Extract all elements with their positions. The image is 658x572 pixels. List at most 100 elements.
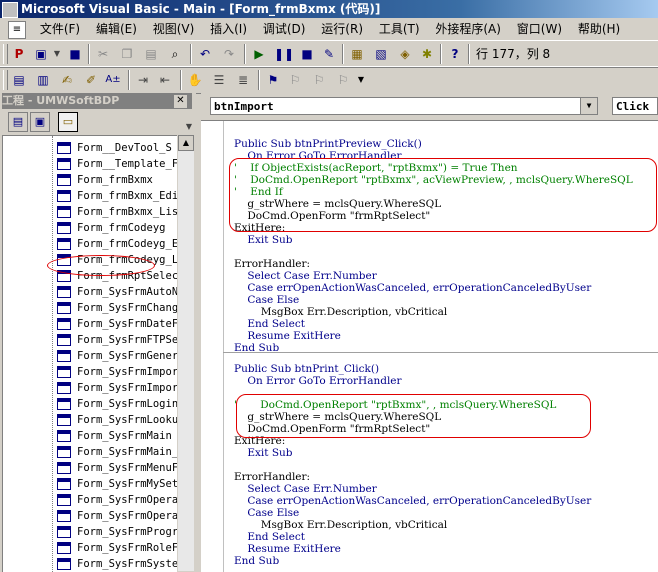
toggle-bookmark-icon[interactable]: ⚑ — [264, 71, 282, 89]
code-line[interactable]: Exit Sub — [234, 447, 292, 459]
uncomment-block-icon[interactable]: ≣ — [234, 71, 252, 89]
tree-item[interactable]: Form_SysFrmMain — [57, 428, 172, 444]
tree-item[interactable]: Form_SysFrmLooku — [57, 412, 177, 428]
menu-debug[interactable]: 调试(D) — [257, 18, 312, 40]
tree-item[interactable]: Form_SysFrmRoleF — [57, 540, 177, 556]
tree-item[interactable]: Form_SysFrmSyste — [57, 556, 177, 572]
tree-item[interactable]: Form_frmCodeyg_E — [57, 236, 177, 252]
next-bookmark-icon[interactable]: ⚐ — [286, 71, 304, 89]
tree-item[interactable]: Form_SysFrmProgr — [57, 524, 177, 540]
list-constants-icon[interactable]: ▥ — [34, 71, 52, 89]
code-line[interactable]: Case errOpenActionWasCanceled, errOperat… — [234, 495, 591, 507]
menu-file[interactable]: 文件(F) — [34, 18, 86, 40]
find-icon[interactable]: ⌕ — [166, 45, 184, 63]
tree-item[interactable]: Form_SysFrmOpera — [57, 492, 177, 508]
toggle-folders-icon[interactable]: ▭ — [58, 112, 78, 132]
menu-addins[interactable]: 外接程序(A) — [429, 18, 507, 40]
code-line[interactable]: Resume ExitHere — [234, 543, 341, 555]
menu-edit[interactable]: 编辑(E) — [90, 18, 143, 40]
vertical-scrollbar[interactable]: ▲ — [178, 135, 194, 571]
previous-bookmark-icon[interactable]: ⚐ — [310, 71, 328, 89]
undo-icon[interactable]: ↶ — [196, 45, 214, 63]
code-line[interactable]: End Select — [234, 531, 305, 543]
code-line[interactable]: Public Sub btnPrintPreview_Click() — [234, 138, 422, 150]
code-editor[interactable]: Public Sub btnPrintPreview_Click() On Er… — [201, 120, 658, 572]
chevron-down-icon[interactable]: ▼ — [48, 45, 66, 63]
menu-tools[interactable]: 工具(T) — [373, 18, 426, 40]
tree-item[interactable]: Form_SysFrmChang — [57, 300, 177, 316]
break-icon[interactable]: ❚❚ — [274, 45, 294, 63]
code-line[interactable]: End Select — [234, 318, 305, 330]
tree-item[interactable]: Form_frmBxmx — [57, 172, 153, 188]
comment-block-icon[interactable]: ☰ — [210, 71, 228, 89]
procedure-dropdown[interactable]: Click — [612, 97, 658, 115]
code-line[interactable]: Select Case Err.Number — [234, 483, 376, 495]
code-line[interactable]: Case errOpenActionWasCanceled, errOperat… — [234, 282, 591, 294]
access-icon[interactable]: P — [10, 45, 28, 63]
view-object-icon[interactable]: ▣ — [30, 112, 50, 132]
tree-item[interactable]: Form_SysFrmFTPSe — [57, 332, 177, 348]
copy-icon[interactable]: ❐ — [118, 45, 136, 63]
code-line[interactable]: End Sub — [234, 555, 279, 567]
parameter-info-icon[interactable]: ✐ — [82, 71, 100, 89]
complete-word-icon[interactable]: A± — [104, 71, 122, 89]
clear-bookmarks-icon[interactable]: ⚐ — [334, 71, 352, 89]
redo-icon[interactable]: ↷ — [220, 45, 238, 63]
object-dropdown[interactable]: btnImport ▼ — [210, 97, 598, 115]
reset-icon[interactable]: ■ — [298, 45, 316, 63]
tree-item[interactable]: Form__DevTool_S — [57, 140, 172, 156]
toggle-breakpoint-icon[interactable]: ✋ — [186, 71, 204, 89]
tree-item[interactable]: Form_SysFrmDateF — [57, 316, 177, 332]
code-line[interactable]: Resume ExitHere — [234, 330, 341, 342]
code-line[interactable]: ErrorHandler: — [234, 258, 310, 270]
indent-icon[interactable]: ⇥ — [134, 71, 152, 89]
design-mode-icon[interactable]: ✎ — [320, 45, 338, 63]
paste-icon[interactable]: ▤ — [142, 45, 160, 63]
toolbox-icon[interactable]: ✱ — [418, 45, 436, 63]
toolbar-grip[interactable] — [3, 44, 8, 64]
tree-item[interactable]: Form__Template_F — [57, 156, 177, 172]
code-line[interactable]: On Error GoTo ErrorHandler — [234, 375, 401, 387]
outdent-icon[interactable]: ⇤ — [156, 71, 174, 89]
tree-item[interactable]: Form_SysFrmAutoN — [57, 284, 177, 300]
close-icon[interactable]: ✕ — [173, 94, 188, 109]
object-browser-icon[interactable]: ◈ — [396, 45, 414, 63]
code-line[interactable]: End Sub — [234, 342, 279, 354]
code-line[interactable]: MsgBox Err.Description, vbCritical — [234, 306, 448, 318]
view-code-icon[interactable]: ▤ — [8, 112, 28, 132]
scroll-up-icon[interactable]: ▲ — [178, 135, 194, 151]
menu-help[interactable]: 帮助(H) — [572, 18, 626, 40]
list-properties-icon[interactable]: ▤ — [10, 71, 28, 89]
help-icon[interactable]: ? — [446, 45, 464, 63]
code-line[interactable]: Select Case Err.Number — [234, 270, 376, 282]
save-icon[interactable]: ■ — [66, 45, 84, 63]
code-line[interactable]: MsgBox Err.Description, vbCritical — [234, 519, 448, 531]
tree-item[interactable]: Form_SysFrmLogin — [57, 396, 177, 412]
tree-item[interactable]: Form_frmBxmx_Edi — [57, 188, 177, 204]
chevron-down-icon[interactable]: ▼ — [580, 98, 597, 114]
menu-insert[interactable]: 插入(I) — [204, 18, 253, 40]
chevron-down-icon[interactable]: ▼ — [180, 118, 198, 136]
quick-info-icon[interactable]: ✍ — [58, 71, 76, 89]
toolbar-grip[interactable] — [3, 70, 8, 90]
menu-window[interactable]: 窗口(W) — [511, 18, 568, 40]
cut-icon[interactable]: ✂ — [94, 45, 112, 63]
document-icon[interactable]: ≡ — [8, 20, 26, 39]
tree-item[interactable]: Form_SysFrmGener — [57, 348, 177, 364]
menu-view[interactable]: 视图(V) — [147, 18, 201, 40]
project-explorer-icon[interactable]: ▦ — [348, 45, 366, 63]
chevron-down-icon[interactable]: ▼ — [352, 71, 370, 89]
code-line[interactable]: Public Sub btnPrint_Click() — [234, 363, 379, 375]
properties-icon[interactable]: ▧ — [372, 45, 390, 63]
code-line[interactable]: Case Else — [234, 507, 299, 519]
tree-item[interactable]: Form_frmCodeyg — [57, 220, 166, 236]
code-line[interactable]: Exit Sub — [234, 234, 292, 246]
tree-item[interactable]: Form_SysFrmMenuF — [57, 460, 177, 476]
code-margin[interactable] — [201, 121, 224, 572]
tree-item[interactable]: Form_SysFrmImpor — [57, 380, 177, 396]
tree-item[interactable]: Form_SysFrmMain_ — [57, 444, 177, 460]
tree-item[interactable]: Form_frmBxmx_Lis — [57, 204, 177, 220]
menu-run[interactable]: 运行(R) — [315, 18, 369, 40]
code-line[interactable]: ErrorHandler: — [234, 471, 310, 483]
tree-item[interactable]: Form_SysFrmImpor — [57, 364, 177, 380]
